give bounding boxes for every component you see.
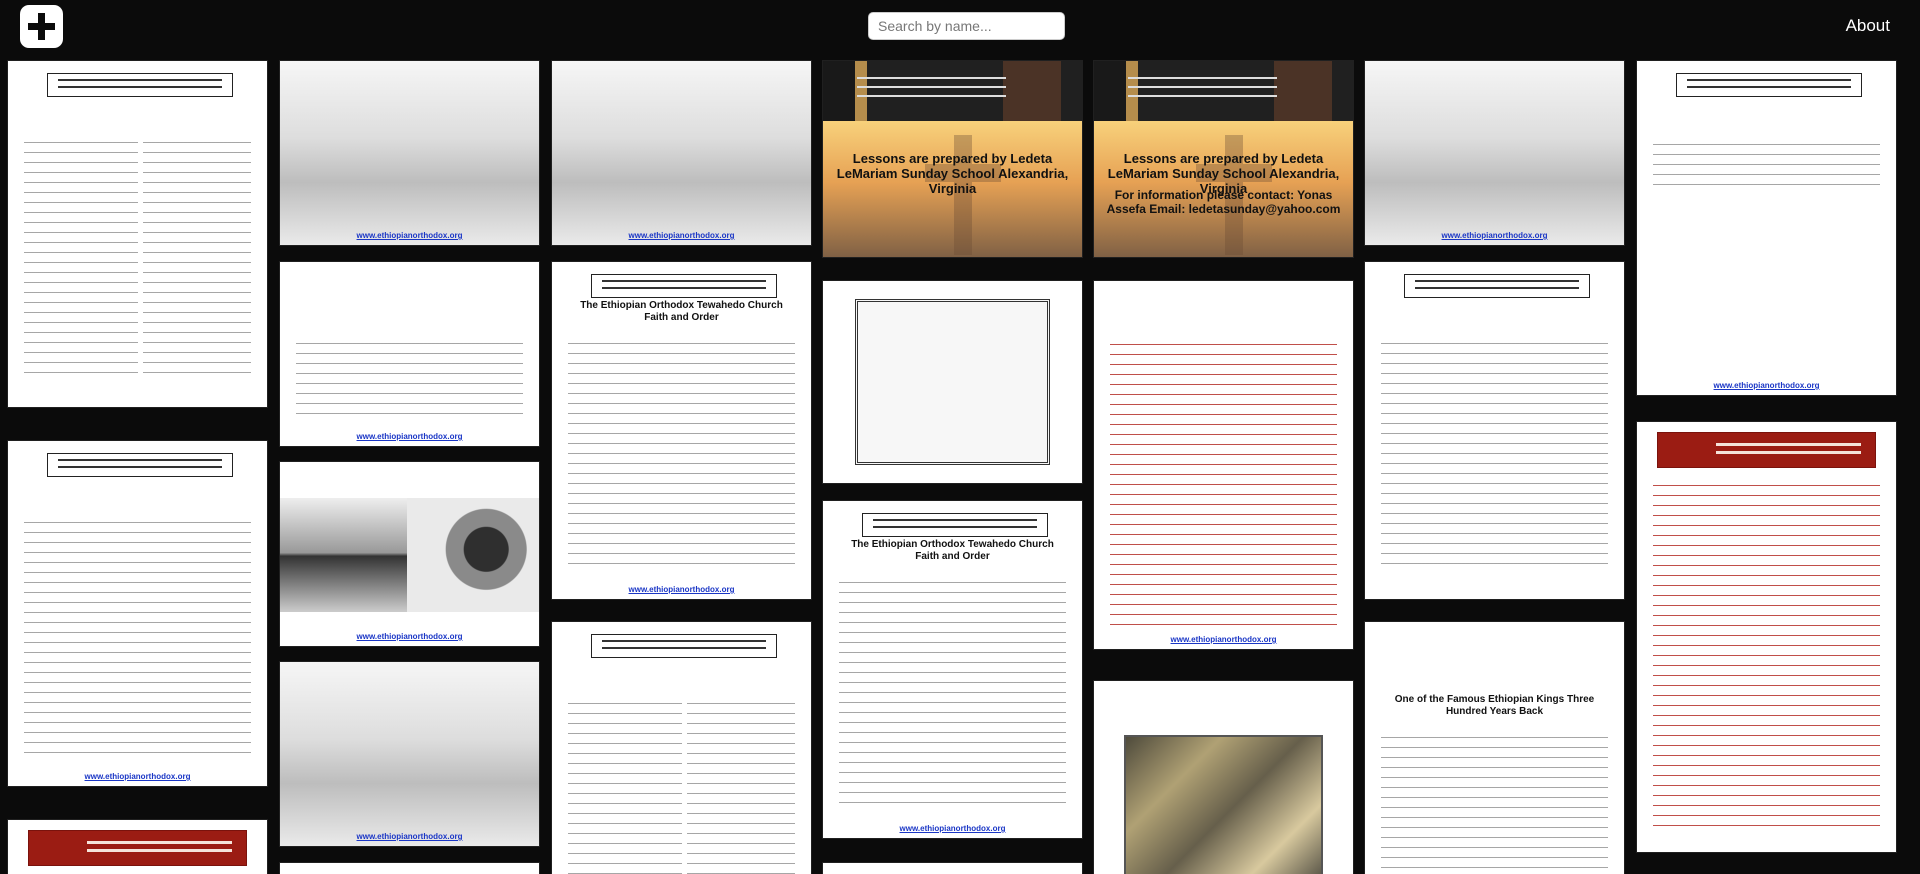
church-photo [280, 498, 408, 612]
document-card[interactable] [1636, 421, 1897, 853]
document-card[interactable]: www.ethiopianorthodox.org [1093, 280, 1354, 650]
document-footer-link: www.ethiopianorthodox.org [628, 585, 735, 594]
document-card[interactable] [551, 621, 812, 874]
document-header-box [591, 634, 777, 658]
document-header-text: The Ethiopian Orthodox Tewahedo Church F… [851, 539, 1054, 562]
document-card[interactable]: www.ethiopianorthodox.org [279, 261, 540, 447]
document-text-lines [142, 137, 251, 381]
document-card[interactable]: www.ethiopianorthodox.org [1364, 60, 1625, 246]
lesson-banner-card[interactable]: Lessons are prepared by Ledeta LeMariam … [1093, 60, 1354, 258]
document-card[interactable]: የአዲስ ኪዳን መቅድም [1093, 680, 1354, 874]
document-text-lines [24, 517, 251, 760]
document-header-box [1404, 274, 1590, 298]
document-text-lines [296, 338, 523, 420]
document-header-box [47, 73, 233, 97]
lesson-banner-card[interactable]: Lessons are prepared by Ledeta LeMariam … [822, 60, 1083, 258]
document-card[interactable] [822, 862, 1083, 874]
plus-logo-icon[interactable] [20, 5, 63, 48]
document-card[interactable] [822, 280, 1083, 484]
document-card[interactable]: www.ethiopianorthodox.org [551, 60, 812, 246]
banner-icons [1094, 61, 1353, 121]
red-document-header [28, 830, 247, 866]
red-document-header [1657, 432, 1876, 468]
lesson-banner-title: Lessons are prepared by Ledeta LeMariam … [836, 151, 1069, 196]
document-text-lines [1381, 732, 1608, 874]
document-header-box [862, 513, 1048, 537]
document-text-lines [568, 338, 795, 573]
top-navigation-bar: About [0, 0, 1920, 50]
document-header-box [1676, 73, 1862, 97]
red-document-text [1653, 480, 1880, 834]
document-gallery: www.ethiopianorthodox.org www.ethiopiano… [0, 60, 1906, 874]
document-footer-link: www.ethiopianorthodox.org [1170, 635, 1277, 644]
document-border [855, 299, 1050, 465]
document-text-lines [1653, 139, 1880, 185]
lesson-contact: For information please contact: Yonas As… [1106, 188, 1341, 216]
document-title: One of the Famous Ethiopian Kings Three … [1394, 694, 1595, 717]
document-footer-link: www.ethiopianorthodox.org [356, 432, 463, 441]
document-text-lines [1381, 338, 1608, 573]
document-card[interactable]: www.ethiopianorthodox.org [279, 661, 540, 847]
document-card[interactable] [1364, 261, 1625, 600]
document-header-box [47, 453, 233, 477]
search-input[interactable] [868, 12, 1065, 40]
document-header-text: The Ethiopian Orthodox Tewahedo Church F… [580, 300, 783, 323]
about-link[interactable]: About [1846, 16, 1890, 36]
document-text-lines [568, 698, 682, 874]
document-footer-link: www.ethiopianorthodox.org [356, 832, 463, 841]
document-card[interactable]: www.ethiopianorthodox.org [279, 461, 540, 647]
document-card[interactable]: One of the Famous Ethiopian Kings Three … [1364, 621, 1625, 874]
red-document-text [1110, 339, 1337, 631]
document-card[interactable]: www.ethiopianorthodox.org [7, 440, 268, 787]
document-footer-link: www.ethiopianorthodox.org [356, 231, 463, 240]
document-footer-link: www.ethiopianorthodox.org [84, 772, 191, 781]
document-card[interactable]: The Ethiopian Orthodox Tewahedo Church F… [551, 261, 812, 600]
document-header-box [591, 274, 777, 298]
document-card[interactable]: www.ethiopianorthodox.org [279, 60, 540, 246]
document-card[interactable] [7, 819, 268, 874]
document-footer-link: www.ethiopianorthodox.org [628, 231, 735, 240]
document-text-lines [839, 577, 1066, 812]
document-text-lines [686, 698, 795, 874]
document-card[interactable] [7, 60, 268, 408]
document-footer-link: www.ethiopianorthodox.org [1713, 381, 1820, 390]
document-card[interactable] [279, 862, 540, 874]
religious-painting-photo [1124, 735, 1323, 874]
document-footer-link: www.ethiopianorthodox.org [899, 824, 1006, 833]
document-footer-link: www.ethiopianorthodox.org [356, 632, 463, 641]
banner-icons [823, 61, 1082, 121]
document-card[interactable]: The Ethiopian Orthodox Tewahedo Church F… [822, 500, 1083, 839]
document-card[interactable]: www.ethiopianorthodox.org [1636, 60, 1897, 396]
document-text-lines [24, 137, 138, 381]
document-footer-link: www.ethiopianorthodox.org [1441, 231, 1548, 240]
portrait-photo [407, 498, 539, 612]
